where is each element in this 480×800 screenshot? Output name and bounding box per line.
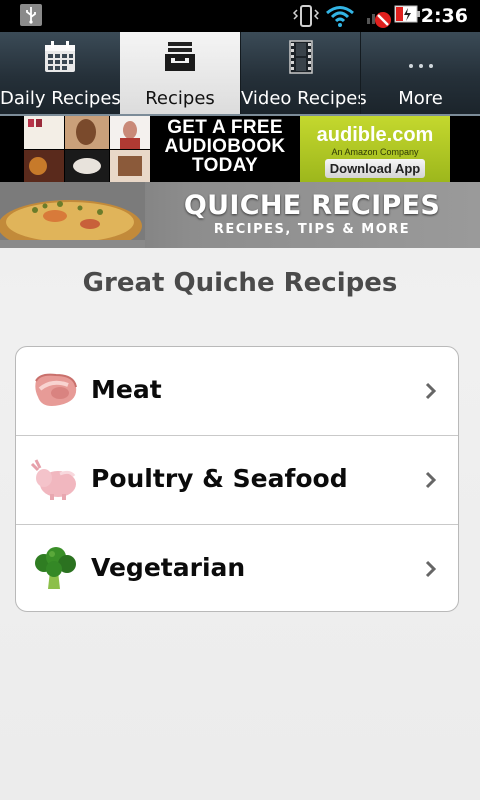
page-heading: Great Quiche Recipes: [82, 268, 398, 298]
category-label: Poultry & Seafood: [91, 464, 348, 493]
hero-title: QUICHE RECIPES: [183, 190, 441, 221]
tab-label: More: [398, 88, 443, 109]
tab-daily-recipes[interactable]: Daily Recipes: [0, 32, 121, 114]
calendar-icon: [45, 41, 75, 72]
category-label: Vegetarian: [91, 553, 246, 582]
book-covers-image: [24, 116, 150, 182]
ad-promo-line: TODAY: [192, 155, 258, 176]
ad-promo-text: GET A FREE AUDIOBOOK TODAY: [150, 118, 300, 175]
ad-promo-line: GET A FREE: [167, 117, 283, 138]
category-row-poultry-seafood[interactable]: Poultry & Seafood: [16, 435, 458, 524]
tab-more[interactable]: More: [360, 32, 480, 114]
ad-brand-sub: An Amazon Company: [331, 147, 419, 157]
meat-icon: [35, 373, 77, 406]
battery-charging-icon: [394, 5, 420, 23]
ad-banner[interactable]: GET A FREE AUDIOBOOK TODAY audible.com A…: [0, 116, 480, 182]
tab-bar: Daily Recipes Recipes Video Recipes More: [0, 32, 480, 114]
film-strip-icon: [289, 40, 313, 74]
category-row-vegetarian[interactable]: Vegetarian: [16, 524, 458, 611]
inbox-tray-icon: [165, 42, 195, 71]
audible-panel: audible.com An Amazon Company Download A…: [300, 116, 450, 182]
chevron-right-icon: [425, 382, 437, 400]
poultry-icon: [30, 459, 76, 500]
ad-promo-line: AUDIOBOOK: [164, 136, 286, 157]
hero-subtitle: RECIPES, TIPS & MORE: [213, 222, 411, 237]
tab-label: Daily Recipes: [0, 88, 121, 109]
tab-video-recipes[interactable]: Video Recipes: [240, 32, 367, 114]
tab-label: Recipes: [145, 88, 215, 109]
chevron-right-icon: [425, 471, 437, 489]
category-row-meat[interactable]: Meat: [16, 347, 458, 435]
broccoli-icon: [35, 547, 76, 589]
tab-label: Video Recipes: [241, 88, 367, 109]
more-dots-icon: [409, 64, 433, 68]
category-list: Meat Poultry & Seafood Vegetarian: [15, 346, 459, 612]
vibrate-icon: [292, 5, 320, 27]
tab-recipes[interactable]: Recipes: [120, 32, 240, 114]
quiche-photo: [0, 182, 145, 248]
ad-brand: audible.com: [316, 124, 434, 146]
status-bar: 2:36: [0, 0, 480, 32]
quiche-header-banner: QUICHE RECIPES RECIPES, TIPS & MORE: [0, 182, 480, 248]
no-signal-icon: [367, 12, 391, 28]
chevron-right-icon: [425, 560, 437, 578]
wifi-icon: [326, 6, 354, 27]
category-label: Meat: [91, 375, 162, 404]
usb-icon: [20, 4, 42, 26]
clock: 2:36: [420, 5, 468, 27]
download-app-button[interactable]: Download App: [325, 159, 425, 178]
